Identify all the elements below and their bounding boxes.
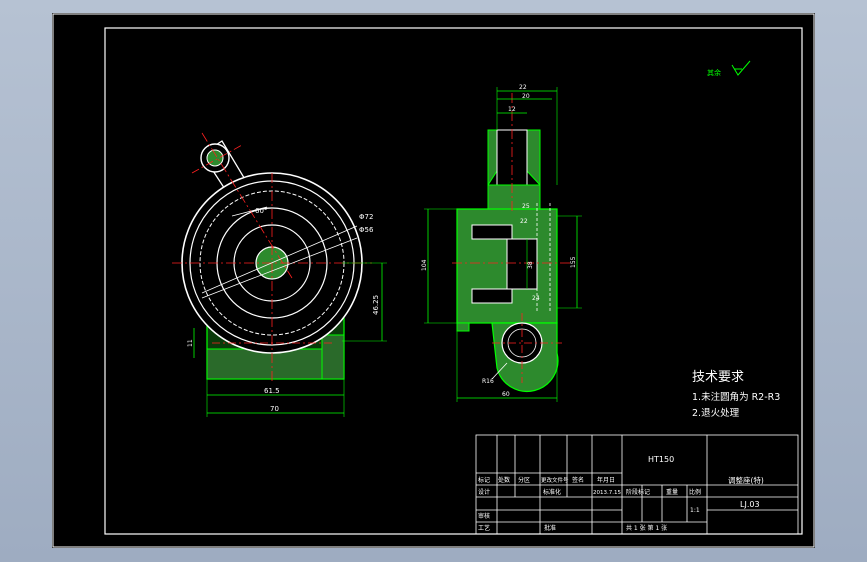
dim-top12: 12 [508, 106, 516, 113]
dim-24: 24 [532, 295, 540, 302]
cad-viewport: 其余 Φ72 Φ56 60° 46.25 11 61.5 70 22 20 12… [0, 0, 867, 562]
front-view [172, 132, 387, 417]
tb-std: 标准化 [543, 488, 561, 496]
tb-row-shenhe: 审核 [478, 512, 490, 520]
tb-sheets: 共 1 张 第 1 张 [626, 524, 667, 532]
tb-col-chushu: 处数 [498, 476, 510, 484]
tb-weight: 重量 [666, 488, 678, 496]
tb-row-gongyi: 工艺 [478, 524, 490, 532]
tb-row-sheji: 设计 [478, 488, 490, 496]
drawing-canvas[interactable]: 其余 Φ72 Φ56 60° 46.25 11 61.5 70 22 20 12… [52, 13, 815, 548]
roughness-note: 其余 [707, 68, 721, 77]
dim-d72: Φ72 [359, 213, 373, 221]
dim-11: 11 [187, 339, 194, 347]
dim-22: 22 [520, 218, 528, 225]
dim-70: 70 [270, 405, 279, 413]
dim-top22: 22 [519, 84, 527, 91]
dim-d56: Φ56 [359, 226, 374, 234]
dim-60: 60 [502, 391, 510, 398]
dim-25: 25 [522, 203, 530, 210]
dim-top20: 20 [522, 93, 530, 100]
dim-38: 38 [527, 261, 534, 269]
dim-104: 104 [421, 259, 428, 271]
dim-155: 155 [570, 256, 577, 268]
outer-frame [52, 13, 815, 548]
side-view [424, 87, 582, 402]
dim-4625: 46.25 [372, 295, 380, 315]
dim-615: 61.5 [264, 387, 280, 395]
tb-material: HT150 [648, 455, 674, 464]
tb-col-fenqu: 分区 [518, 476, 530, 484]
tb-scale-val: 1:1 [690, 507, 700, 514]
tb-date: 2013.7.15 [593, 490, 621, 496]
tb-col-riqi: 年月日 [597, 476, 615, 484]
tb-col-gengai: 更改文件号 [541, 476, 569, 484]
tb-stage: 阶段标记 [626, 488, 650, 496]
tech-req-item1: 1.未注圆角为 R2-R3 [692, 391, 780, 403]
tb-row-pizhun: 批准 [544, 524, 556, 532]
tb-drawing-no: LJ.03 [740, 500, 760, 509]
dim-r16: R16 [482, 378, 494, 385]
tb-part-name: 调整座(特) [728, 475, 764, 485]
tb-col-biaoji: 标记 [478, 476, 490, 484]
tech-req-item2: 2.退火处理 [692, 407, 740, 419]
tb-scale: 比例 [689, 488, 701, 496]
drawing-svg: 其余 Φ72 Φ56 60° 46.25 11 61.5 70 22 20 12… [52, 13, 815, 548]
tech-req-title: 技术要求 [692, 370, 744, 385]
roughness-icon [731, 60, 751, 76]
tb-col-qianming: 签名 [572, 476, 584, 484]
dim-angle: 60° [255, 207, 267, 215]
